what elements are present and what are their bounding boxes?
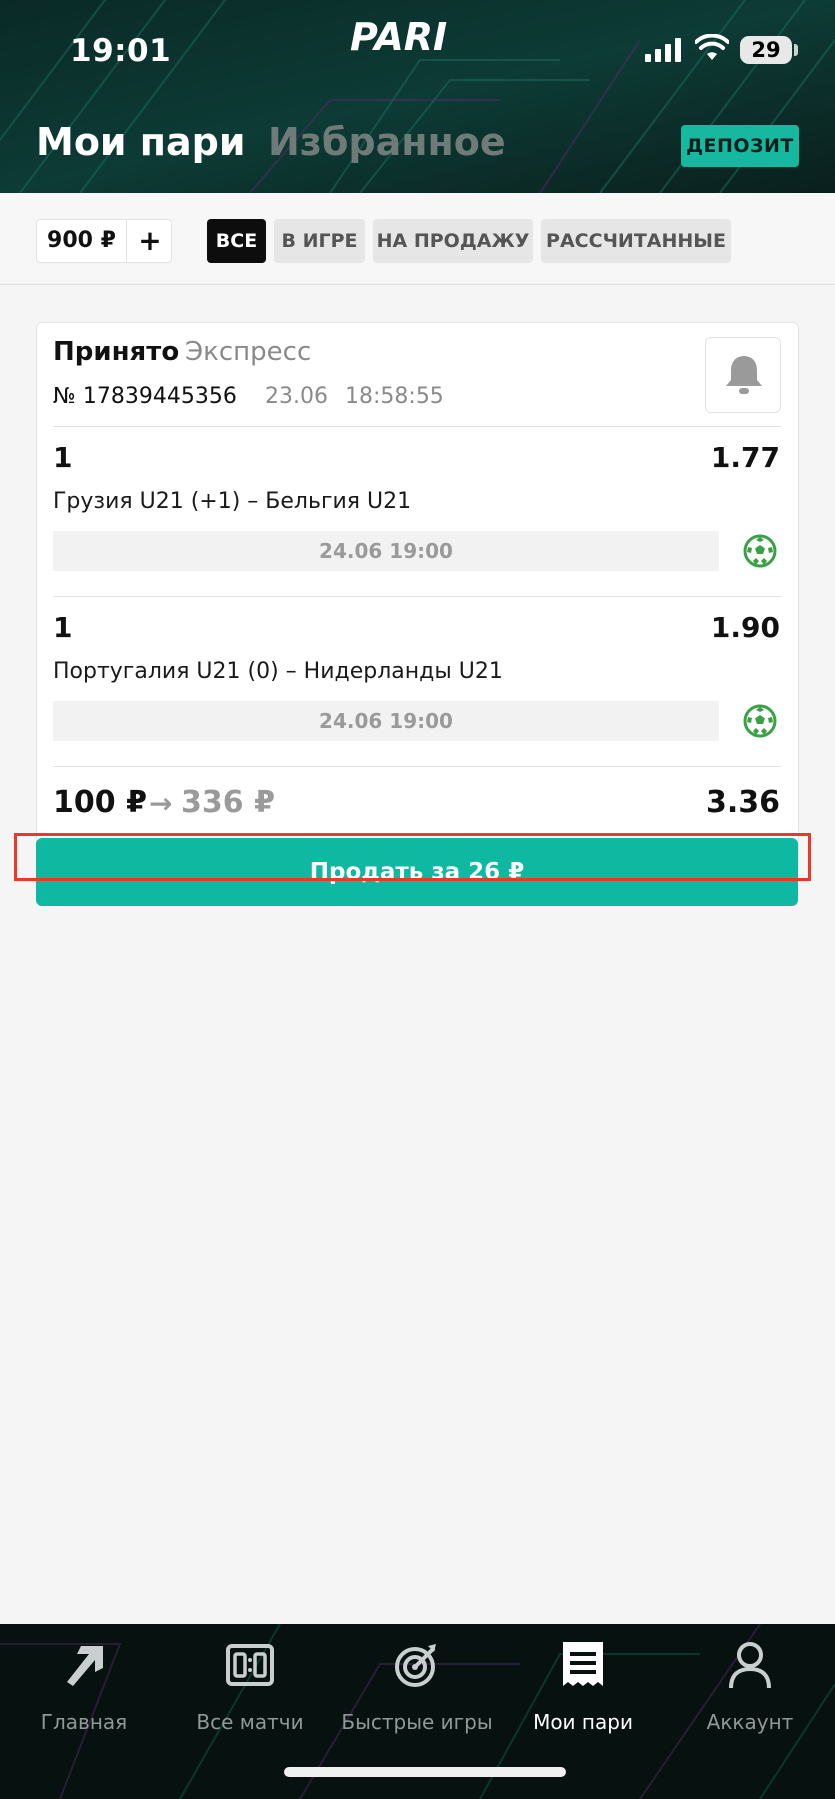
- selection-outcome: 1: [53, 441, 73, 474]
- selection-odds: 1.77: [710, 441, 780, 474]
- pari-logo: PARI: [350, 15, 447, 58]
- divider: [53, 596, 781, 597]
- filter-tab-live[interactable]: В ИГРЕ: [274, 219, 365, 263]
- bet-card[interactable]: Принято Экспресс № 17839445356 23.06 18:…: [36, 322, 799, 867]
- add-funds-button[interactable]: +: [128, 220, 172, 262]
- selection-outcome: 1: [53, 611, 73, 644]
- filter-tab-all[interactable]: ВСЕ: [207, 219, 266, 263]
- scoreboard-icon: [226, 1644, 274, 1686]
- balance-widget: 900 ₽ +: [36, 219, 172, 263]
- nav-item-all-matches[interactable]: Все матчи: [170, 1636, 330, 1746]
- bet-time: 18:58:55: [345, 384, 444, 409]
- person-icon: [729, 1642, 771, 1689]
- selection-odds: 1.90: [710, 611, 780, 644]
- nav-label: Быстрые игры: [341, 1710, 493, 1734]
- divider: [53, 766, 781, 767]
- bet-stake: 100 ₽: [53, 785, 147, 820]
- nav-label: Главная: [40, 1710, 128, 1734]
- selection-start-time: 24.06 19:00: [53, 701, 719, 741]
- bet-potential-payout: 336 ₽: [181, 785, 275, 820]
- deposit-button[interactable]: ДЕПОЗИТ: [681, 125, 799, 167]
- bet-date: 23.06: [265, 384, 328, 409]
- tab-my-bets[interactable]: Мои пари: [36, 120, 246, 164]
- bet-type: Экспресс: [185, 337, 312, 367]
- bell-icon: [726, 356, 762, 394]
- nav-item-account[interactable]: Аккаунт: [670, 1636, 830, 1746]
- logo-text: PARI: [350, 15, 447, 58]
- app-header: 19:01 PARI 29 Мои пари Избранное ДЕПОЗИТ: [0, 0, 835, 193]
- bet-status: Принято: [53, 337, 180, 367]
- receipt-icon: [563, 1642, 603, 1686]
- nav-item-quick-games[interactable]: Быстрые игры: [337, 1636, 497, 1746]
- nav-item-my-bets[interactable]: Мои пари: [503, 1636, 663, 1746]
- battery-indicator: 29: [740, 36, 792, 64]
- filter-tab-for-sale[interactable]: НА ПРОДАЖУ: [373, 219, 533, 263]
- divider: [53, 426, 781, 427]
- sell-bet-button[interactable]: Продать за 26 ₽: [36, 838, 798, 906]
- arrow-right-icon: →: [149, 787, 173, 820]
- bet-number: № 17839445356: [53, 384, 237, 409]
- selection-event: Грузия U21 (+1) – Бельгия U21: [53, 489, 412, 514]
- arrow-icon: [67, 1646, 103, 1686]
- battery-tip: [794, 44, 798, 56]
- soccer-ball-icon: [743, 704, 777, 738]
- nav-label: Аккаунт: [706, 1710, 794, 1734]
- nav-item-home[interactable]: Главная: [4, 1636, 164, 1746]
- tab-favorites[interactable]: Избранное: [268, 120, 506, 164]
- target-icon: [395, 1644, 436, 1687]
- selection-event: Португалия U21 (0) – Нидерланды U21: [53, 659, 503, 684]
- balance-value: 900 ₽: [37, 220, 127, 262]
- cellular-signal-icon: [645, 38, 681, 62]
- wifi-icon: [695, 34, 729, 60]
- selection-start-time: 24.06 19:00: [53, 531, 719, 571]
- filter-bar: 900 ₽ + ВСЕ В ИГРЕ НА ПРОДАЖУ РАССЧИТАНН…: [0, 193, 835, 285]
- nav-label: Все матчи: [196, 1710, 304, 1734]
- status-time: 19:01: [70, 33, 172, 69]
- filter-tab-settled[interactable]: РАССЧИТАННЫЕ: [541, 219, 731, 263]
- bet-total-odds: 3.36: [705, 785, 780, 820]
- status-bar: 19:01 PARI 29: [0, 0, 835, 100]
- notification-toggle-button[interactable]: [705, 337, 781, 413]
- nav-label: Мои пари: [533, 1710, 633, 1734]
- soccer-ball-icon: [743, 534, 777, 568]
- home-indicator[interactable]: [284, 1767, 566, 1777]
